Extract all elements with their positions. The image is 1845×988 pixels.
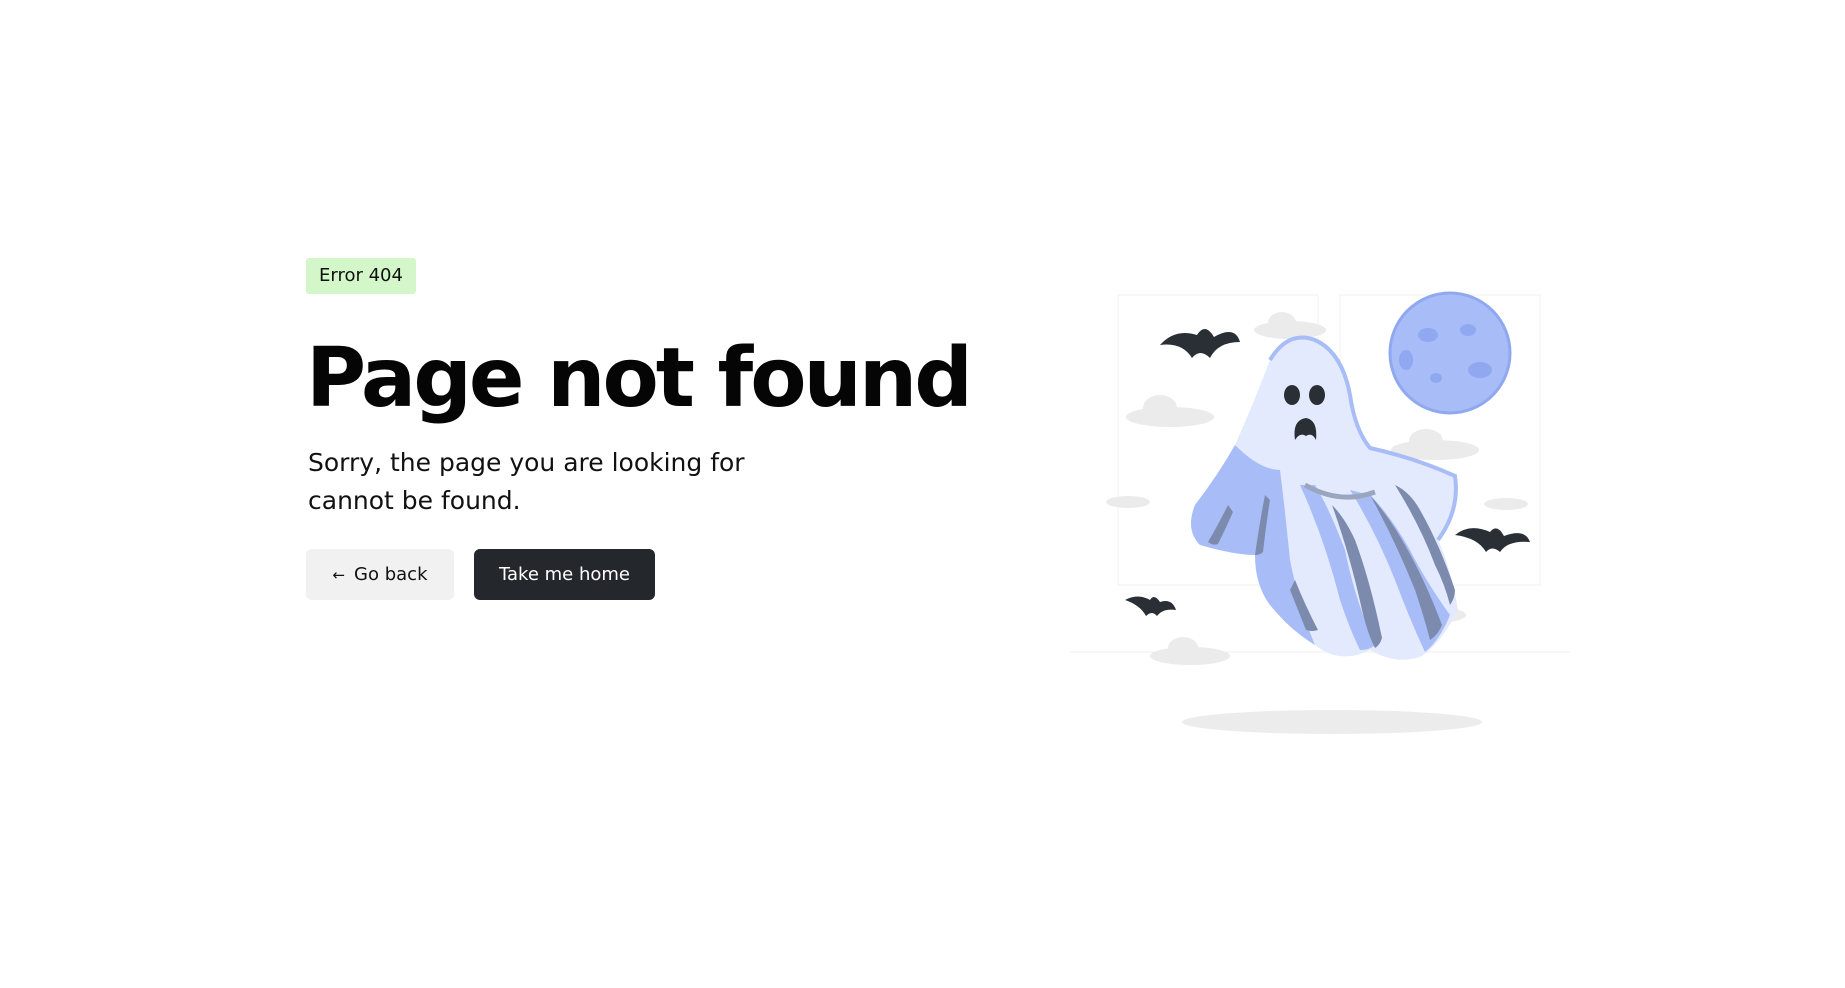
- error-page: Error 404 Page not found Sorry, the page…: [0, 0, 1845, 988]
- ghost-illustration: [1050, 280, 1580, 740]
- error-message: Sorry, the page you are looking for cann…: [308, 448, 745, 515]
- take-me-home-button[interactable]: Take me home: [474, 549, 655, 600]
- go-back-label: Go back: [354, 564, 428, 585]
- action-buttons: ← Go back Take me home: [306, 549, 1006, 600]
- moon-icon: [1388, 291, 1512, 415]
- arrow-left-icon: ←: [332, 565, 346, 584]
- page-title: Page not found: [306, 331, 973, 426]
- go-back-button[interactable]: ← Go back: [306, 549, 454, 600]
- error-content: Error 404 Page not found Sorry, the page…: [306, 258, 1006, 600]
- take-me-home-label: Take me home: [499, 564, 630, 585]
- error-badge: Error 404: [306, 258, 416, 294]
